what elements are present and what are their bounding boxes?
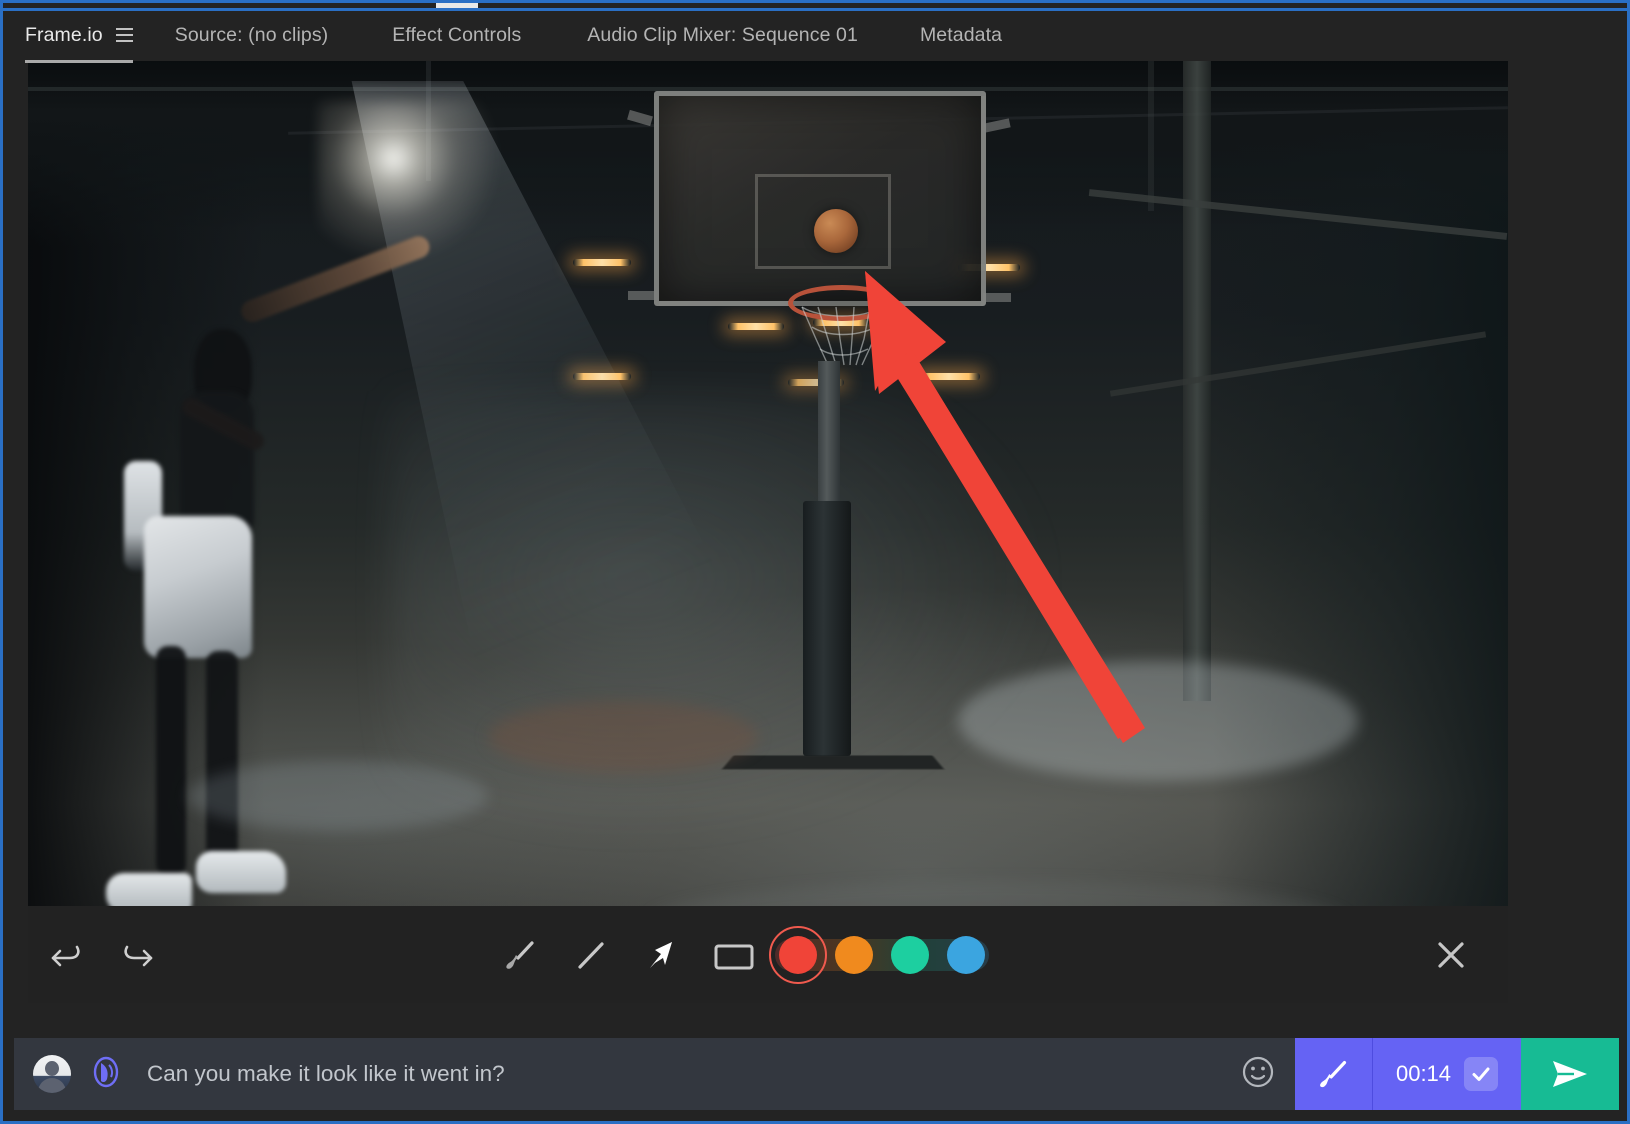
color-swatch-orange[interactable]	[835, 935, 873, 974]
floor-light-pool	[958, 661, 1358, 781]
hamburger-menu-icon[interactable]	[115, 28, 133, 42]
redo-button[interactable]	[120, 940, 154, 970]
brush-tool[interactable]	[501, 935, 541, 975]
ceiling-beam	[1148, 61, 1154, 211]
comment-draw-button[interactable]	[1295, 1038, 1373, 1110]
color-swatch-track	[769, 925, 989, 984]
player-leg	[156, 646, 186, 876]
comment-input[interactable]: Can you make it look like it went in?	[147, 1061, 1239, 1087]
hoop-pole-padding	[803, 501, 851, 756]
player-leg	[206, 651, 238, 871]
comment-timestamp-toggle[interactable]: 00:14	[1373, 1038, 1521, 1110]
tab-frameio[interactable]: Frame.io	[25, 23, 133, 63]
floor-light-pool	[188, 761, 488, 831]
timestamp-label: 00:14	[1395, 1061, 1452, 1086]
basketball	[814, 209, 858, 253]
backboard-arm	[628, 291, 654, 300]
close-annotation-button[interactable]	[1434, 938, 1468, 972]
emoji-smiley-icon[interactable]	[1239, 1053, 1277, 1096]
hoop-base	[721, 755, 945, 770]
light-source-flare	[318, 101, 498, 261]
tab-audio-clip-mixer[interactable]: Audio Clip Mixer: Sequence 01	[587, 24, 858, 49]
rectangle-tool[interactable]	[711, 935, 757, 975]
basketball-backboard	[654, 91, 986, 306]
user-avatar-icon[interactable]	[33, 1055, 71, 1093]
line-tool[interactable]	[571, 935, 611, 975]
window-drag-nub	[436, 3, 478, 8]
color-swatch-red[interactable]	[769, 925, 827, 984]
tab-effect-controls[interactable]: Effect Controls	[392, 24, 521, 49]
tab-metadata[interactable]: Metadata	[920, 24, 1002, 49]
comment-bar: Can you make it look like it went in? 00…	[14, 1038, 1619, 1110]
player-shorts	[144, 516, 252, 658]
active-tab-underline	[25, 59, 133, 63]
wall-strip-light	[918, 373, 980, 380]
color-swatches	[769, 925, 989, 984]
panel-focus-rule	[3, 8, 1627, 11]
wall-strip-light	[573, 259, 631, 266]
tab-source[interactable]: Source: (no clips)	[175, 24, 329, 49]
wall-strip-light	[728, 323, 784, 330]
annotation-toolbar	[28, 906, 1508, 1003]
history-controls	[50, 940, 154, 970]
basketball-net	[801, 306, 883, 366]
tab-frameio-label: Frame.io	[25, 23, 103, 46]
panel-tab-bar: Frame.io Source: (no clips) Effect Contr…	[3, 11, 1627, 63]
video-viewer[interactable]	[28, 61, 1508, 906]
player-shoe	[196, 851, 286, 893]
floor-stain	[488, 701, 758, 773]
send-comment-button[interactable]	[1521, 1038, 1619, 1110]
color-swatch-teal[interactable]	[891, 935, 929, 974]
backboard-arm	[983, 293, 1011, 302]
arrow-tool[interactable]	[641, 935, 681, 975]
color-swatch-blue[interactable]	[947, 935, 985, 974]
player-shoe	[106, 873, 192, 906]
hoop-pole	[818, 361, 840, 511]
globe-icon[interactable]	[89, 1055, 123, 1094]
drawing-tools	[501, 935, 757, 975]
timestamp-checkbox[interactable]	[1464, 1057, 1499, 1091]
frameio-panel: Frame.io Source: (no clips) Effect Contr…	[0, 0, 1630, 1124]
undo-button[interactable]	[50, 940, 84, 970]
